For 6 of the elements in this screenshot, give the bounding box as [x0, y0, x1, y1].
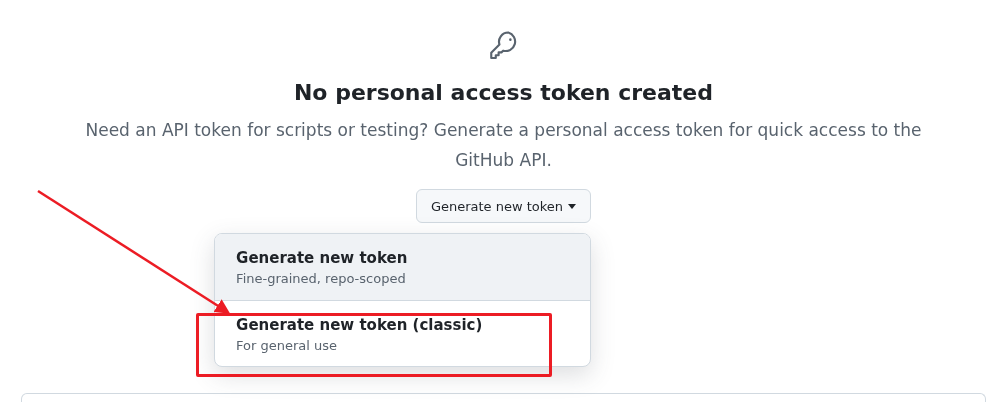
empty-state-description: Need an API token for scripts or testing? Generate a personal access token for quick access to the GitHub API.: [84, 119, 923, 172]
caret-icon: [568, 203, 577, 209]
generate-token-button[interactable]: Generate new token: [415, 189, 592, 223]
menu-item[interactable]: Generate new token Fine-grained, repo-scoped: [215, 234, 591, 300]
empty-state-title: No personal access token created: [293, 79, 714, 107]
menu-item[interactable]: Generate new token (classic) For general use: [215, 300, 591, 366]
